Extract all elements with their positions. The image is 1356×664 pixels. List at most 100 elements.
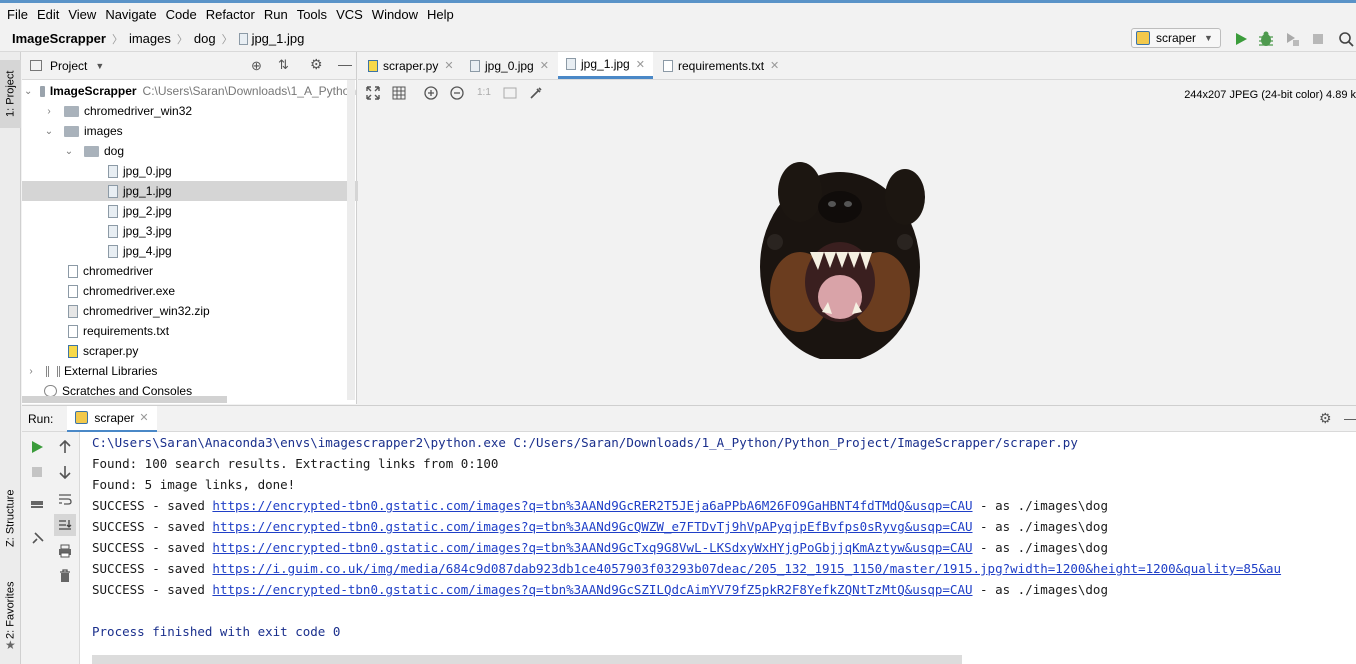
tree-item-root[interactable]: ⌄ ImageScrapper C:\Users\Saran\Downloads… (22, 81, 356, 101)
favorites-tool-tab[interactable]: 2: Favorites (0, 572, 21, 648)
close-icon[interactable]: ✕ (444, 59, 453, 72)
structure-tool-tab[interactable]: Z: Structure (0, 480, 21, 556)
run-panel-header: Run: scraper ✕ ⚙ — (22, 405, 1356, 432)
debug-icon[interactable] (1258, 31, 1274, 47)
text-file-icon (663, 59, 673, 72)
tree-item-label: jpg_0.jpg (123, 164, 172, 178)
tree-item-requirements[interactable]: requirements.txt (22, 321, 402, 341)
tab-label: requirements.txt (678, 58, 765, 73)
pin-icon[interactable] (30, 532, 44, 546)
star-icon: ★ (5, 638, 16, 652)
chevron-right-icon[interactable]: › (24, 366, 38, 377)
console-command-line: C:\Users\Saran\Anaconda3\envs\imagescrap… (92, 435, 1078, 450)
image-file-icon (108, 204, 118, 218)
console-link[interactable]: https://encrypted-tbn0.gstatic.com/image… (212, 519, 972, 534)
breadcrumb-file[interactable]: jpg_1.jpg (252, 31, 305, 46)
menu-view[interactable]: View (64, 7, 100, 22)
coverage-icon[interactable] (1284, 31, 1300, 47)
scroll-to-end-icon (59, 520, 72, 530)
tree-item-label: chromedriver_win32 (84, 104, 193, 118)
tree-item-chromedriver-exe[interactable]: chromedriver.exe (22, 281, 402, 301)
layout-icon[interactable] (30, 498, 44, 512)
stop-icon[interactable] (1310, 31, 1326, 47)
collapse-all-icon[interactable]: ⇅ (278, 57, 289, 73)
breadcrumb-project[interactable]: ImageScrapper (12, 31, 106, 46)
chevron-down-icon[interactable]: ▼ (95, 61, 104, 71)
trash-icon[interactable] (58, 569, 72, 583)
console-link[interactable]: https://encrypted-tbn0.gstatic.com/image… (212, 540, 972, 555)
zoom-out-icon[interactable] (450, 86, 464, 100)
menu-refactor[interactable]: Refactor (202, 7, 259, 22)
vertical-scrollbar[interactable] (347, 80, 355, 400)
tree-item-images[interactable]: ⌄ images (22, 121, 376, 141)
stop-icon[interactable] (30, 465, 44, 479)
tab-requirements[interactable]: requirements.txt ✕ (663, 52, 779, 79)
console-link[interactable]: https://encrypted-tbn0.gstatic.com/image… (212, 498, 972, 513)
breadcrumb-dog[interactable]: dog (194, 31, 216, 46)
tab-jpg-1[interactable]: jpg_1.jpg ✕ (558, 52, 653, 79)
run-icon[interactable] (1233, 31, 1249, 47)
grid-icon[interactable] (392, 86, 406, 100)
tab-label: jpg_0.jpg (485, 58, 534, 73)
chevron-right-icon[interactable]: › (42, 106, 56, 117)
run-configuration-select[interactable]: scraper ▼ (1131, 28, 1221, 48)
tree-item-chromedriver[interactable]: chromedriver (22, 261, 402, 281)
gear-icon[interactable]: ⚙ (310, 56, 323, 73)
menu-help[interactable]: Help (423, 7, 458, 22)
console-output[interactable]: C:\Users\Saran\Anaconda3\envs\imagescrap… (80, 432, 1356, 664)
search-icon[interactable] (1338, 31, 1354, 47)
menu-tools[interactable]: Tools (293, 7, 331, 22)
close-icon[interactable]: ✕ (636, 58, 645, 71)
tree-item-scraper-py[interactable]: scraper.py (22, 341, 402, 361)
menu-navigate[interactable]: Navigate (101, 7, 160, 22)
zoom-in-icon[interactable] (424, 86, 438, 100)
color-picker-icon[interactable] (529, 86, 543, 100)
fit-to-window-icon[interactable] (366, 86, 380, 100)
print-icon[interactable] (58, 544, 72, 558)
locate-icon[interactable]: ⊕ (251, 58, 262, 74)
tree-item-label: chromedriver (83, 264, 154, 278)
tree-item-chromedriver-win32[interactable]: › chromedriver_win32 (22, 101, 376, 121)
console-link[interactable]: https://i.guim.co.uk/img/media/684c9d087… (212, 561, 1281, 576)
scroll-to-end-toggle[interactable] (54, 514, 76, 536)
project-tool-tab[interactable]: 1: Project (0, 60, 21, 128)
console-link[interactable]: https://encrypted-tbn0.gstatic.com/image… (212, 582, 972, 597)
soft-wrap-icon[interactable] (58, 492, 72, 506)
minimize-icon[interactable]: — (338, 56, 352, 72)
close-icon[interactable]: ✕ (139, 411, 148, 424)
rerun-icon[interactable] (30, 440, 44, 454)
horizontal-scrollbar[interactable] (22, 396, 227, 403)
python-file-icon (68, 344, 78, 358)
editor-area: scraper.py ✕ jpg_0.jpg ✕ jpg_1.jpg ✕ req… (358, 52, 1356, 404)
actual-size-button[interactable]: 1:1 (477, 87, 491, 98)
menu-code[interactable]: Code (162, 7, 201, 22)
minimize-icon[interactable]: — (1344, 410, 1356, 426)
menu-window[interactable]: Window (368, 7, 422, 22)
chevron-down-icon[interactable]: ⌄ (42, 126, 56, 137)
console-horizontal-scrollbar[interactable] (92, 655, 962, 664)
background-icon[interactable] (503, 86, 517, 100)
tree-item-chromedriver-zip[interactable]: chromedriver_win32.zip (22, 301, 402, 321)
breadcrumb-images[interactable]: images (129, 31, 171, 46)
menu-file[interactable]: File (3, 7, 32, 22)
image-file-icon (108, 224, 118, 238)
tab-scraper-py[interactable]: scraper.py ✕ (368, 52, 454, 79)
menu-vcs[interactable]: VCS (332, 7, 367, 22)
folder-icon (64, 125, 79, 137)
tab-jpg-0[interactable]: jpg_0.jpg ✕ (470, 52, 549, 79)
run-tab-scraper[interactable]: scraper ✕ (67, 405, 157, 432)
close-icon[interactable]: ✕ (540, 59, 549, 72)
gear-icon[interactable]: ⚙ (1319, 410, 1332, 427)
tab-label: scraper.py (383, 58, 439, 73)
scroll-up-icon[interactable] (58, 440, 72, 454)
chevron-down-icon[interactable]: ⌄ (62, 146, 76, 157)
menu-edit[interactable]: Edit (33, 7, 63, 22)
chevron-down-icon[interactable]: ⌄ (24, 86, 32, 97)
tree-item-external-libraries[interactable]: › External Libraries (22, 361, 356, 381)
tree-item-dog[interactable]: ⌄ dog (22, 141, 396, 161)
menu-run[interactable]: Run (260, 7, 292, 22)
breadcrumb-separator-icon: 〉 (221, 33, 233, 46)
scroll-down-icon[interactable] (58, 465, 72, 479)
project-view-select[interactable]: Project (50, 59, 87, 73)
close-icon[interactable]: ✕ (770, 59, 779, 72)
